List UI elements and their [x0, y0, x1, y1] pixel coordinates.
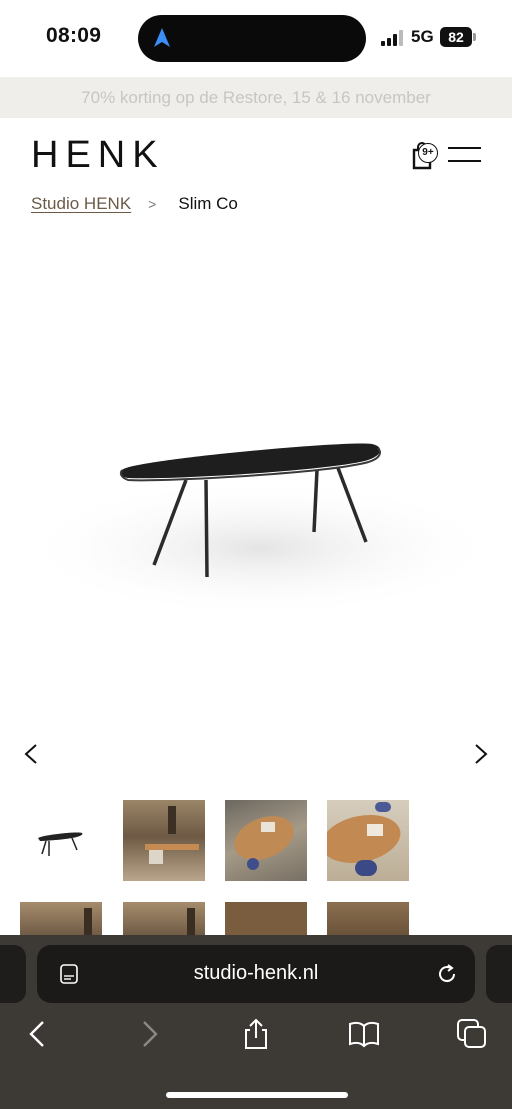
forward-icon[interactable]: [133, 1018, 165, 1050]
cellular-signal-icon: [381, 30, 403, 46]
thumbnail-1[interactable]: [20, 800, 102, 881]
breadcrumb: Studio HENK > Slim Co: [31, 194, 238, 214]
battery-icon: [473, 33, 476, 41]
thumbnail-3[interactable]: [225, 800, 307, 881]
cart-count-badge: 9+: [418, 143, 438, 163]
share-icon[interactable]: [240, 1018, 272, 1050]
thumbnail-4[interactable]: [327, 800, 409, 881]
navigation-arrow-icon: [154, 28, 170, 47]
bookmarks-icon[interactable]: [348, 1018, 380, 1050]
product-image[interactable]: [20, 320, 492, 620]
thumbnail-7[interactable]: [225, 902, 307, 936]
browser-toolbar: studio-henk.nl: [0, 935, 512, 1109]
battery-level: 82: [440, 27, 472, 47]
hamburger-menu-icon[interactable]: [448, 147, 481, 163]
reload-icon[interactable]: [435, 962, 459, 986]
thumbnail-5[interactable]: [20, 902, 102, 936]
breadcrumb-separator: >: [148, 196, 157, 212]
thumbnail-2[interactable]: [123, 800, 205, 881]
status-bar: 08:09 5G 82: [0, 0, 512, 76]
home-indicator: [166, 1092, 348, 1098]
next-tab-preview[interactable]: [486, 945, 512, 1003]
previous-tab-preview[interactable]: [0, 945, 26, 1003]
address-bar[interactable]: studio-henk.nl: [37, 945, 475, 1003]
thumbnail-8[interactable]: [327, 902, 409, 936]
url-text[interactable]: studio-henk.nl: [37, 962, 475, 985]
carousel-prev-icon[interactable]: [22, 742, 40, 766]
dynamic-island: [138, 15, 366, 62]
breadcrumb-link-studio-henk[interactable]: Studio HENK: [31, 194, 131, 214]
henk-logo[interactable]: HENK: [31, 135, 165, 175]
back-icon[interactable]: [22, 1018, 54, 1050]
breadcrumb-current: Slim Co: [178, 194, 238, 213]
thumbnail-6[interactable]: [123, 902, 205, 936]
status-time: 08:09: [46, 24, 102, 47]
carousel-next-icon[interactable]: [472, 742, 490, 766]
network-type: 5G: [411, 27, 434, 46]
tabs-icon[interactable]: [456, 1018, 488, 1050]
promo-banner[interactable]: 70% korting op de Restore, 15 & 16 novem…: [0, 77, 512, 118]
